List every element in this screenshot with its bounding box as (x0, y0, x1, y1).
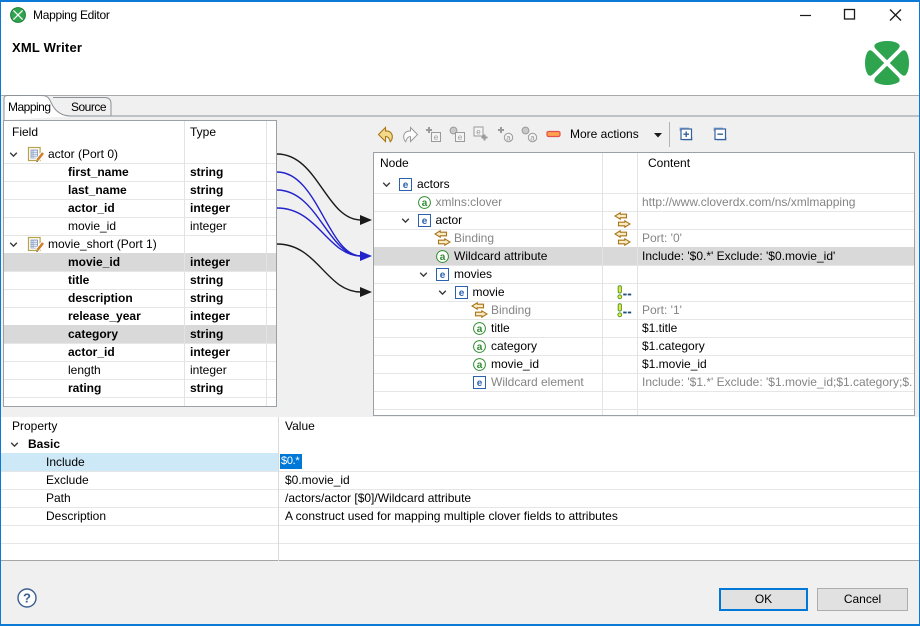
svg-text:a: a (477, 324, 483, 335)
svg-text:e: e (476, 128, 481, 137)
svg-text:e: e (421, 216, 427, 227)
svg-text:e: e (458, 133, 463, 142)
svg-text:?: ? (23, 591, 31, 606)
svg-text:e: e (458, 288, 464, 299)
svg-text:e: e (477, 378, 483, 389)
svg-text:e: e (440, 270, 446, 281)
svg-text:a: a (506, 134, 511, 143)
svg-text:a: a (440, 252, 446, 263)
svg-text:e: e (403, 180, 409, 191)
svg-text:a: a (530, 134, 535, 143)
svg-text:a: a (477, 360, 483, 371)
svg-text:a: a (477, 342, 483, 353)
svg-text:a: a (421, 198, 427, 209)
svg-text:e: e (434, 133, 439, 142)
